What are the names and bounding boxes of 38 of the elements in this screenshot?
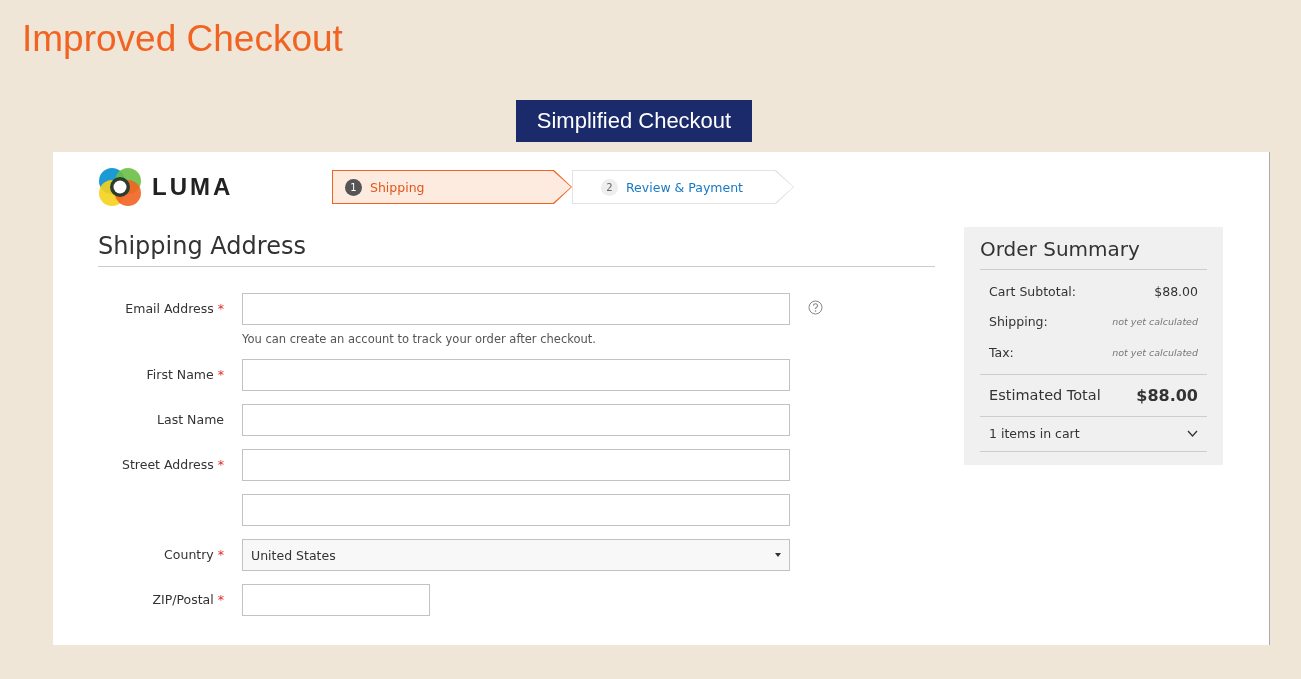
required-mark: *	[217, 592, 224, 607]
field-label: Last Name	[156, 411, 224, 429]
field-label: Email Address *	[124, 300, 224, 318]
field-label: First Name *	[145, 366, 224, 384]
help-icon[interactable]	[808, 300, 823, 315]
required-mark: *	[217, 367, 224, 382]
input-field[interactable]	[242, 449, 790, 481]
total-label: Estimated Total	[989, 387, 1101, 403]
field-label: Street Address *	[121, 456, 224, 474]
summary-label: Cart Subtotal:	[989, 283, 1076, 299]
caption-label: Simplified Checkout	[516, 100, 752, 142]
required-mark: *	[217, 301, 224, 316]
summary-title: Order Summary	[980, 237, 1207, 270]
summary-value: not yet calculated	[1112, 316, 1198, 328]
logo-text: LUMA	[152, 173, 235, 201]
input-field[interactable]	[242, 584, 430, 616]
slide-title: Improved Checkout	[22, 18, 343, 60]
input-field[interactable]	[242, 494, 790, 526]
caret-icon	[775, 553, 781, 557]
summary-label: Tax:	[989, 344, 1014, 360]
section-heading: Shipping Address	[98, 232, 935, 267]
input-field[interactable]	[242, 404, 790, 436]
logo-icon	[98, 167, 142, 207]
required-mark: *	[217, 547, 224, 562]
total-value: $88.00	[1136, 385, 1198, 405]
step-tab[interactable]: 2 Review & Payment	[572, 170, 794, 204]
summary-value: not yet calculated	[1112, 346, 1198, 358]
input-field[interactable]	[242, 359, 790, 391]
step-tab[interactable]: 1 Shipping	[332, 170, 572, 204]
field-note: You can create an account to track your order after checkout.	[242, 332, 597, 346]
field-label: ZIP/Postal *	[151, 591, 224, 609]
summary-label: Shipping:	[989, 314, 1048, 330]
input-field[interactable]	[242, 293, 790, 325]
items-toggle[interactable]: 1 items in cart	[989, 426, 1080, 441]
summary-value: $88.00	[1154, 283, 1198, 299]
field-label: Country *	[163, 546, 224, 564]
country-select[interactable]: United States	[242, 539, 790, 571]
required-mark: *	[217, 457, 224, 472]
